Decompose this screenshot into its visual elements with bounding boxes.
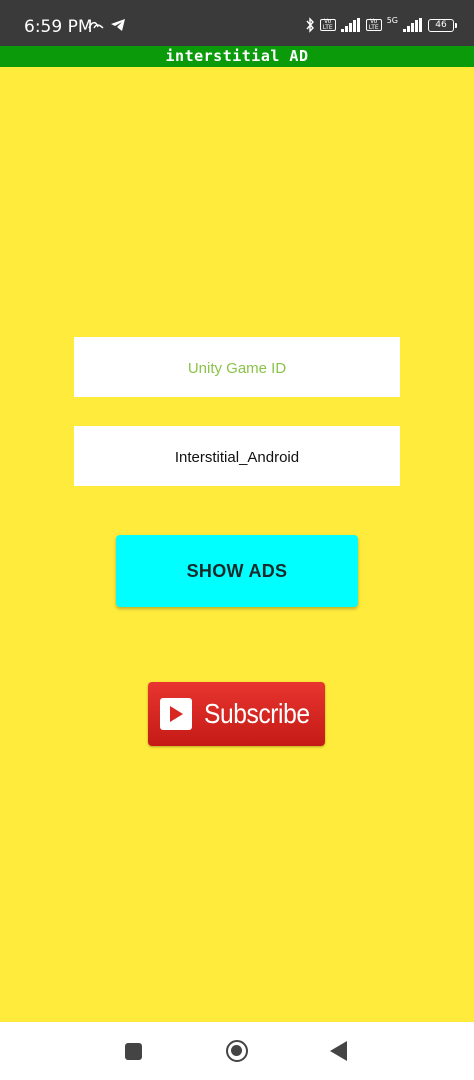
- status-left-icons: [88, 18, 126, 32]
- back-icon[interactable]: [330, 1041, 347, 1061]
- status-bar: 6:59 PM Vo LTE Vo LTE 5G 46: [0, 0, 474, 46]
- navigation-bar: [0, 1022, 474, 1080]
- bluetooth-icon: [305, 17, 315, 33]
- subscribe-label: Subscribe: [204, 698, 310, 729]
- show-ads-label: SHOW ADS: [186, 560, 288, 581]
- telegram-icon: [110, 18, 126, 32]
- 5g-icon: 5G: [386, 16, 398, 25]
- volte-icon: Vo LTE: [365, 19, 382, 31]
- signal-bars-icon: [403, 18, 423, 32]
- status-right-icons: Vo LTE Vo LTE 5G 46: [305, 16, 457, 33]
- recents-icon[interactable]: [125, 1043, 142, 1060]
- game-id-input[interactable]: [74, 337, 400, 397]
- signal-alt-icon: [88, 19, 104, 31]
- home-icon[interactable]: [226, 1040, 248, 1062]
- status-time: 6:59 PM: [24, 17, 93, 37]
- play-icon: [160, 698, 192, 730]
- placement-id-input[interactable]: [74, 426, 400, 486]
- battery-icon: 46: [428, 18, 457, 32]
- show-ads-button[interactable]: SHOW ADS: [116, 535, 358, 607]
- signal-bars-icon: [340, 18, 361, 32]
- volte-icon: Vo LTE: [319, 19, 336, 31]
- app-title-bar: interstitial AD: [0, 46, 474, 67]
- subscribe-button[interactable]: Subscribe: [148, 682, 325, 746]
